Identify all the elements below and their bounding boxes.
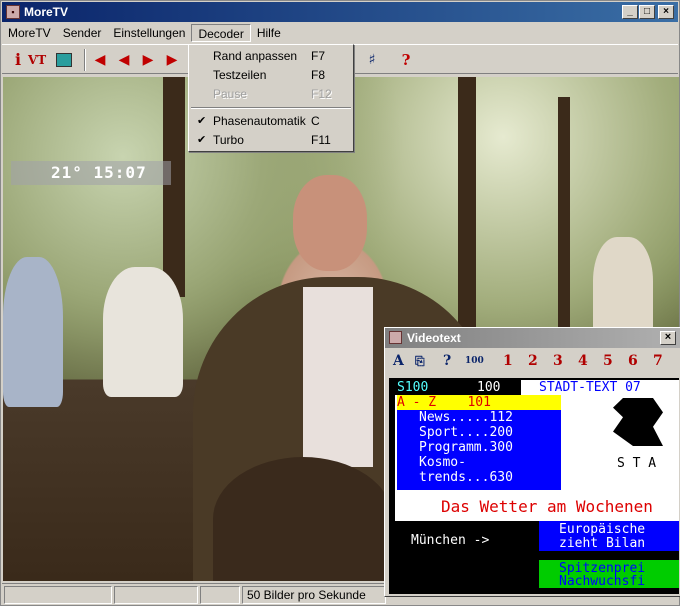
presenter-head (293, 175, 367, 271)
tree-trunk (558, 97, 570, 327)
tt-spitzen-line-2[interactable]: Nachwuchsfi (559, 574, 645, 589)
status-fps: 50 Bilder pro Sekunde (242, 586, 386, 604)
arrow-left-icon[interactable]: ◀ (116, 50, 132, 70)
close-button[interactable]: × (658, 5, 674, 19)
videotext-toolbar: A ⎘ ? 100 1 2 3 4 5 6 7 (385, 348, 680, 374)
status-pane (200, 586, 240, 604)
menu-decoder[interactable]: Decoder (191, 24, 251, 42)
tt-row-news[interactable]: News.....112 (419, 410, 513, 425)
menu-item-rand-anpassen[interactable]: Rand anpassen F7 (189, 47, 353, 66)
tv-icon (389, 331, 402, 344)
videotext-window: Videotext × A ⎘ ? 100 1 2 3 4 5 6 7 S100… (384, 327, 680, 597)
tree-trunk (458, 77, 476, 327)
maximize-button[interactable]: □ (639, 5, 655, 19)
tt-headline[interactable]: Das Wetter am Wochenen (441, 498, 653, 516)
equalizer-icon[interactable]: ♯ (364, 50, 380, 70)
info-button[interactable]: i (10, 50, 26, 70)
page-button-2[interactable]: 2 (528, 352, 538, 370)
menu-item-label: Turbo (213, 133, 244, 147)
toolbar-separator (84, 49, 86, 71)
menu-einstellungen[interactable]: Einstellungen (107, 24, 191, 42)
status-pane (114, 586, 198, 604)
menu-separator (191, 107, 351, 109)
tt-europe-line-1[interactable]: Europäische (559, 522, 645, 537)
menu-item-shortcut: F12 (311, 87, 332, 101)
menu-item-shortcut: F7 (311, 49, 326, 63)
tt-page-number: S100 (397, 380, 429, 395)
status-pane (4, 586, 112, 604)
copy-icon[interactable]: ⎘ (415, 352, 425, 370)
menu-item-label: Testzeilen (213, 68, 267, 82)
tt-row-sport[interactable]: Sport....200 (419, 425, 513, 440)
screen-icon[interactable] (56, 53, 72, 67)
videotext-title: Videotext (407, 331, 461, 345)
menu-item-phasenautomatik[interactable]: ✔ Phasenautomatik C (189, 112, 353, 131)
menu-item-label: Pause (213, 87, 248, 101)
tt-europe-line-2[interactable]: zieht Bilan (559, 536, 645, 551)
page-button-6[interactable]: 6 (628, 352, 638, 370)
menu-item-turbo[interactable]: ✔ Turbo F11 (189, 131, 353, 150)
menu-item-label: Rand anpassen (213, 49, 298, 63)
window-title: MoreTV (24, 5, 69, 19)
tv-icon[interactable]: ▪ (6, 5, 20, 19)
menu-item-shortcut: C (311, 114, 320, 128)
presenter-shirt (303, 287, 373, 467)
channel-osd: 21° 15:07 (11, 161, 171, 185)
arrow-right-icon[interactable]: ▶ (140, 50, 156, 70)
page-button-4[interactable]: 4 (578, 352, 588, 370)
videotext-close-button[interactable]: × (660, 331, 676, 345)
videotext-title-bar[interactable]: Videotext × (385, 328, 680, 348)
checkmark-icon: ✔ (197, 115, 207, 127)
menu-item-pause: Pause F12 (189, 85, 353, 104)
checkmark-icon: ✔ (197, 134, 207, 146)
menu-item-shortcut: F11 (311, 133, 331, 147)
menu-item-testzeilen[interactable]: Testzeilen F8 (189, 66, 353, 85)
menu-item-shortcut: F8 (311, 68, 326, 82)
tt-row-kosmo[interactable]: Kosmo- (419, 455, 466, 470)
font-button[interactable]: A (393, 352, 404, 370)
tt-index-az[interactable]: A - Z 101 (397, 395, 561, 410)
page-button-3[interactable]: 3 (553, 352, 563, 370)
app-window: ▪ MoreTV _ □ × MoreTV Sender Einstellung… (0, 0, 680, 606)
menu-bar: MoreTV Sender Einstellungen Decoder Hilf… (2, 23, 678, 43)
minimize-button[interactable]: _ (622, 5, 638, 19)
tt-row-programm[interactable]: Programm.300 (419, 440, 513, 455)
help-icon[interactable]: ? (443, 352, 451, 370)
help-button[interactable]: ? (398, 50, 414, 70)
tt-page-counter: 100 (477, 380, 501, 395)
teletext-page[interactable]: S100 100 STADT-TEXT 07 A - Z 101 News...… (389, 378, 679, 594)
menu-moretv[interactable]: MoreTV (2, 24, 57, 42)
menu-sender[interactable]: Sender (57, 24, 108, 42)
tt-header-title: STADT-TEXT 07 (539, 380, 641, 395)
tt-logo-text: S T A (617, 456, 657, 471)
decoder-dropdown-menu: Rand anpassen F7 Testzeilen F8 Pause F12… (188, 44, 354, 152)
page-100-button[interactable]: 100 (465, 352, 484, 370)
page-button-5[interactable]: 5 (603, 352, 613, 370)
videotext-button[interactable]: VT (28, 50, 46, 70)
background-person (103, 267, 183, 397)
menu-item-label: Phasenautomatik (213, 114, 306, 128)
background-person (3, 257, 63, 407)
arrow-right-fast-icon[interactable]: ▶ (164, 50, 180, 70)
table (213, 457, 393, 581)
tt-city-link[interactable]: München -> (411, 533, 489, 548)
arrow-left-fast-icon[interactable]: ◀ (92, 50, 108, 70)
title-bar[interactable]: ▪ MoreTV _ □ × (2, 2, 678, 22)
tree-trunk (163, 77, 185, 297)
page-button-7[interactable]: 7 (653, 352, 663, 370)
page-button-1[interactable]: 1 (503, 352, 513, 370)
tt-row-trends[interactable]: trends...630 (419, 470, 513, 485)
menu-hilfe[interactable]: Hilfe (251, 24, 287, 42)
